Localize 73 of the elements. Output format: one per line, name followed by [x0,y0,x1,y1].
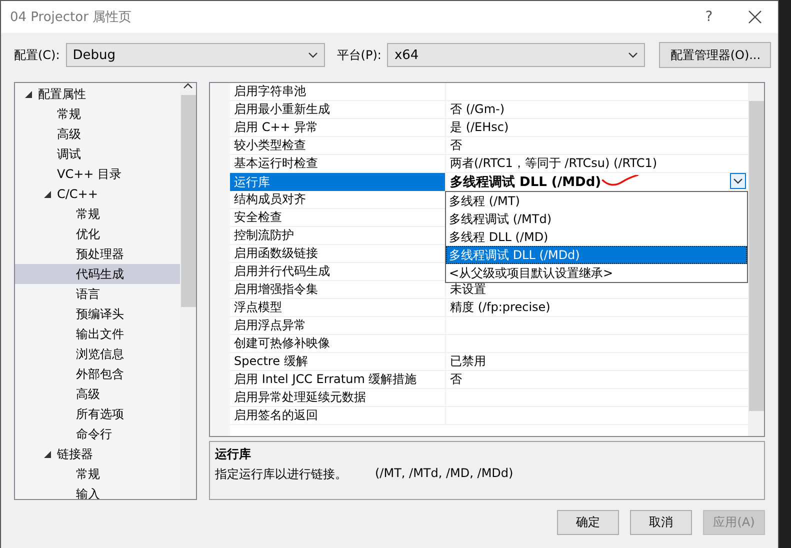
config-label: 配置(C): [14,46,60,64]
property-value: 两者(/RTC1，等同于 /RTCsu) (/RTC1) [450,155,658,172]
description-text: 指定运行库以进行链接。 [215,466,347,483]
tree-item[interactable]: 常规 [15,204,180,224]
property-name[interactable]: 启用浮点异常 [230,317,446,335]
platform-label: 平台(P): [336,46,382,64]
dropdown-option[interactable]: 多线程调试 DLL (/MDd) [446,246,747,264]
property-value: 精度 (/fp:precise) [450,299,550,316]
platform-dropdown[interactable]: x64 [387,43,646,67]
property-name[interactable]: 启用函数级链接 [230,245,446,263]
expanded-triangle-icon[interactable] [44,450,51,458]
tree-item[interactable]: VC++ 目录 [15,164,180,184]
chevron-down-icon [628,52,638,58]
help-button[interactable]: ? [686,1,732,33]
property-name[interactable]: Spectre 缓解 [230,353,446,371]
property-value: 是 (/EHsc) [450,119,509,136]
tree-item[interactable]: 所有选项 [15,404,180,424]
scrollbar[interactable] [180,83,196,499]
property-name[interactable]: 启用 C++ 异常 [230,119,446,137]
property-name[interactable]: 启用并行代码生成 [230,263,446,281]
tree-item[interactable]: 调试 [15,144,180,164]
configuration-manager-button[interactable]: 配置管理器(O)... [659,42,772,68]
property-value: 已禁用 [450,353,486,370]
dialog-button[interactable]: 确定 [557,510,619,535]
scrollbar[interactable] [748,83,764,436]
expanded-triangle-icon[interactable] [44,190,51,198]
property-name[interactable]: 较小类型检查 [230,137,446,155]
tree-item[interactable]: 浏览信息 [15,344,180,364]
property-value: 多线程调试 DLL (/MDd) [450,174,602,191]
tree-item[interactable]: 外部包含 [15,364,180,384]
property-name[interactable]: 运行库 [230,173,446,192]
chevron-down-icon [308,52,318,58]
tree-item[interactable]: C/C++ [15,184,180,204]
window-title: 04 Projector 属性页 [10,9,133,26]
property-value: 否 [450,371,462,388]
config-dropdown[interactable]: Debug [66,43,325,67]
property-name[interactable]: 启用字符串池 [230,83,446,101]
description-title: 运行库 [215,446,252,463]
tree-item[interactable]: 配置属性 [15,84,180,104]
tree-item[interactable]: 代码生成 [15,264,180,284]
tree-item[interactable]: 链接器 [15,444,180,464]
property-name[interactable]: 启用签名的返回 [230,407,446,425]
tree-item[interactable]: 预处理器 [15,244,180,264]
property-value: 未设置 [450,281,486,298]
tree-item[interactable]: 命令行 [15,424,180,444]
tree-item[interactable]: 预编译头 [15,304,180,324]
tree-item[interactable]: 优化 [15,224,180,244]
tree-item[interactable]: 输出文件 [15,324,180,344]
dropdown-button[interactable] [730,173,746,189]
property-name[interactable]: 控制流防护 [230,227,446,245]
property-name[interactable]: 启用 Intel JCC Erratum 缓解措施 [230,371,446,389]
property-value: 否 (/Gm-) [450,101,505,118]
property-name[interactable]: 启用异常处理延续元数据 [230,389,446,407]
property-name[interactable]: 启用增强指令集 [230,281,446,299]
property-name[interactable]: 结构成员对齐 [230,191,446,209]
tree-item[interactable]: 常规 [15,104,180,124]
chevron-up-icon [183,83,193,89]
description-switches: (/MT, /MTd, /MD, /MDd) [375,466,514,482]
close-icon [748,10,762,24]
property-value: 否 [450,137,462,154]
dialog-button[interactable]: 取消 [630,510,692,535]
property-name[interactable]: 启用最小重新生成 [230,101,446,119]
property-name[interactable]: 基本运行时检查 [230,155,446,173]
chevron-down-icon [733,178,743,184]
expanded-triangle-icon[interactable] [25,90,32,98]
tree-item[interactable]: 高级 [15,384,180,404]
tree-item[interactable]: 高级 [15,124,180,144]
property-name[interactable]: 安全检查 [230,209,446,227]
tree-item[interactable]: 输入 [15,484,180,499]
tree-item[interactable]: 常规 [15,464,180,484]
tree-item[interactable]: 语言 [15,284,180,304]
property-name[interactable]: 创建可热修补映像 [230,335,446,353]
property-name[interactable]: 浮点模型 [230,299,446,317]
